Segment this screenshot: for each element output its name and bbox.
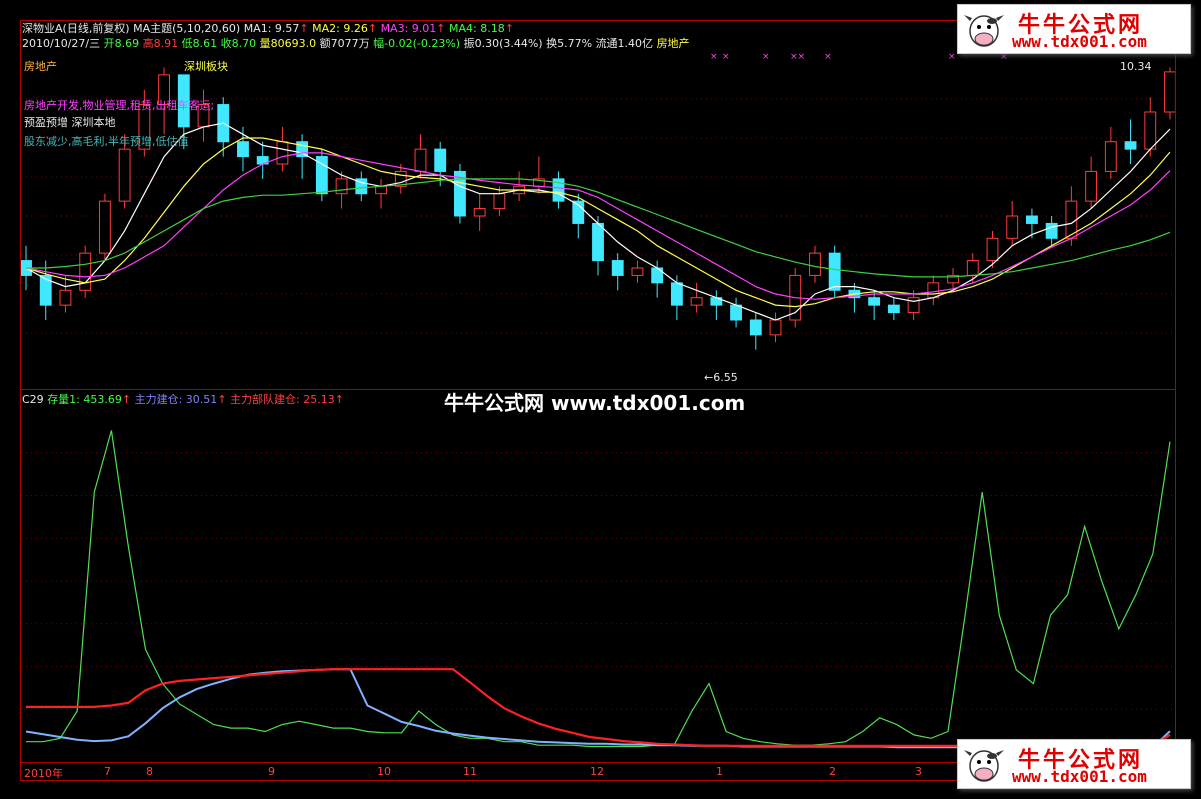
amount-value: 额7077万 <box>319 37 370 50</box>
site-logo[interactable]: 牛牛公式网 www.tdx001.com <box>957 4 1191 54</box>
volume-value: 量80693.0 <box>259 37 317 50</box>
logo-url-text: www.tdx001.com <box>1012 767 1147 786</box>
float-shares: 流通1.40亿 <box>595 37 654 50</box>
up-arrow-icon: ↑ <box>504 22 514 35</box>
up-arrow-icon: ↑ <box>217 393 227 406</box>
up-arrow-icon: ↑ <box>367 22 378 35</box>
indicator-s2: 主力建仓: 30.51 <box>134 393 218 406</box>
board-label[interactable]: 深圳板块 <box>184 58 228 74</box>
indicator-s3: 主力部队建仓: 25.13 <box>230 393 335 406</box>
up-arrow-icon: ↑ <box>334 393 344 406</box>
turnover-value: 换5.77% <box>546 37 593 50</box>
ma-title: MA主题(5,10,20,60) <box>133 22 241 35</box>
x-tick: 2 <box>829 765 836 778</box>
high-price-label: 10.34 <box>1120 60 1152 73</box>
cow-icon <box>964 750 1004 782</box>
ma3-value: MA3: 9.01 <box>380 22 437 35</box>
logo-url-text: www.tdx001.com <box>1012 32 1147 51</box>
stock-tags: 预盈预增 深圳本地 <box>24 116 116 129</box>
ma4-value: MA4: 8.18 <box>449 22 505 35</box>
watermark-text: 牛牛公式网 www.tdx001.com <box>444 391 746 415</box>
cow-icon <box>964 15 1004 47</box>
ma1-value: MA1: 9.57 <box>243 22 300 35</box>
up-arrow-icon: ↑ <box>121 393 132 406</box>
high-price: 高8.91 <box>142 37 179 50</box>
up-arrow-icon: ↑ <box>436 22 446 35</box>
site-logo[interactable]: 牛牛公式网 www.tdx001.com <box>957 739 1191 789</box>
stock-features: 股东减少,高毛利,半年预增,低估值 <box>24 135 189 148</box>
signal-marker: ×× <box>790 52 806 62</box>
bar-date: 2010/10/27/三 <box>22 37 101 50</box>
indicator-name[interactable]: C29 <box>22 393 44 406</box>
industry-label[interactable]: 房地产 <box>24 58 57 74</box>
indicator-s1: 存量1: 453.69 <box>47 393 122 406</box>
x-tick: 7 <box>104 765 111 778</box>
header-line-1: 深物业A(日线,前复权) MA主题(5,10,20,60) MA1: 9.57↑… <box>22 22 514 36</box>
low-price: 低8.61 <box>181 37 218 50</box>
x-tick: 9 <box>268 765 275 778</box>
x-tick: 3 <box>915 765 922 778</box>
sector-name[interactable]: 房地产 <box>657 37 690 50</box>
signal-marker: × <box>824 52 832 62</box>
close-price: 收8.70 <box>220 37 257 50</box>
open-price: 开8.69 <box>103 37 140 50</box>
signal-marker: × <box>948 52 956 62</box>
up-arrow-icon: ↑ <box>299 22 309 35</box>
x-tick: 11 <box>463 765 477 778</box>
low-price-label: ←6.55 <box>704 371 738 384</box>
header-line-2: 2010/10/27/三 开8.69 高8.91 低8.61 收8.70 量80… <box>22 37 690 51</box>
x-tick: 10 <box>377 765 391 778</box>
signal-marker: × <box>710 52 718 62</box>
x-tick: 1 <box>716 765 723 778</box>
x-tick: 2010年 <box>24 767 63 780</box>
signal-marker: × <box>722 52 730 62</box>
indicator-header: C29 存量1: 453.69↑ 主力建仓: 30.51↑ 主力部队建仓: 25… <box>22 393 344 407</box>
signal-marker: × <box>762 52 770 62</box>
ma2-value: MA2: 9.26 <box>312 22 368 35</box>
business-scope: 房地产开发,物业管理,租赁,出租车客运; <box>24 99 215 112</box>
x-tick: 8 <box>146 765 153 778</box>
x-tick: 12 <box>590 765 604 778</box>
change-value: 幅-0.02(-0.23%) <box>373 37 461 50</box>
amplitude-value: 振0.30(3.44%) <box>463 37 543 50</box>
stock-title[interactable]: 深物业A(日线,前复权) <box>22 22 130 35</box>
